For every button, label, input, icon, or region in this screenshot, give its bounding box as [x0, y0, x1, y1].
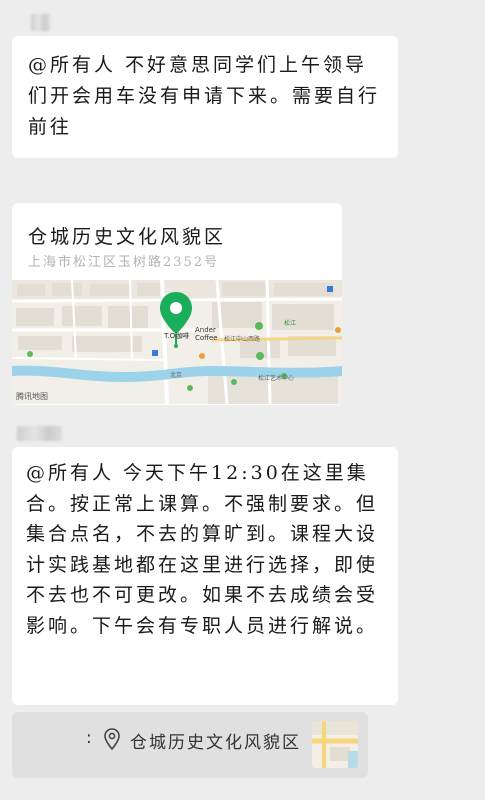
map-label-coffee: Coffee [195, 334, 218, 342]
message-text-2: @所有人 今天下午12:30在这里集合。按正常上课算。不强制要求。但集合点名，不… [26, 462, 379, 637]
location-colon: : [86, 728, 92, 748]
location-name: 仓城历史文化风貌区 [130, 733, 301, 753]
sender-name-blurred-2 [17, 426, 62, 441]
message-text-1: @所有人 不好意思同学们上午领导们开会用车没有申请下来。需要自行前往 [28, 54, 381, 138]
map-label-school: 松江 [284, 320, 297, 327]
map-label-to-cafe: T.O咖啡 [164, 332, 190, 340]
map-card-title: 仓城历史文化风貌区 [28, 226, 227, 248]
map-graphic [12, 280, 342, 404]
map-label-north: 北京 [170, 372, 183, 379]
location-map-thumbnail[interactable] [312, 721, 358, 768]
location-pin-icon [102, 727, 122, 751]
map-card-address: 上海市松江区玉树路2352号 [28, 255, 220, 270]
sender-name-blurred [31, 14, 50, 31]
map-label-anderc: Ander [195, 326, 216, 334]
map-label-arts: 松江艺术中心 [258, 375, 295, 382]
map-watermark: 腾讯地图 [16, 392, 48, 401]
map-label-road: 松江中山西路 [224, 336, 261, 343]
map-thumbnail[interactable]: Ander Coffee T.O咖啡 松江中山西路 松江艺术中心 松江 北京 腾… [12, 280, 342, 404]
